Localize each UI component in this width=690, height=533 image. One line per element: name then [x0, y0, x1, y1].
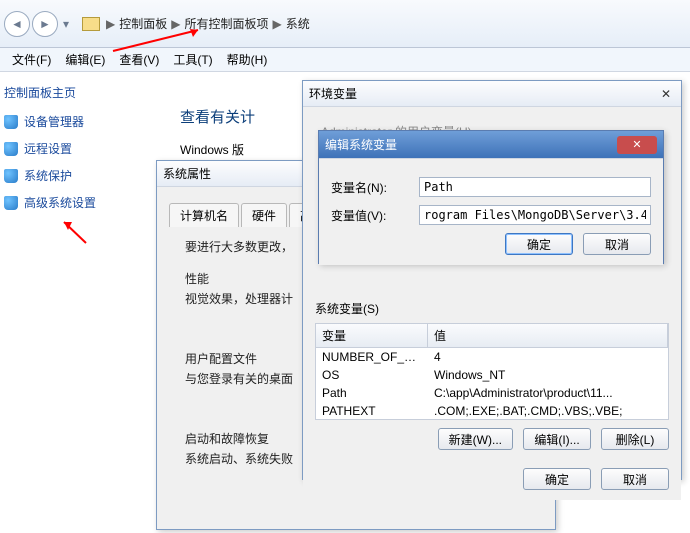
edit-system-var-dialog: 编辑系统变量 ✕ 变量名(N): 变量值(V): 确定 取消	[318, 130, 664, 264]
menu-file[interactable]: 文件(F)	[12, 51, 51, 68]
shield-icon	[4, 142, 18, 156]
table-row: OSWindows_NT	[316, 366, 668, 384]
windows-edition-label: Windows 版	[180, 141, 255, 158]
close-icon[interactable]: ✕	[617, 136, 657, 154]
menu-help[interactable]: 帮助(H)	[227, 51, 268, 68]
delete-var-button[interactable]: 删除(L)	[601, 428, 669, 450]
breadcrumb-a[interactable]: 控制面板	[119, 15, 167, 32]
shield-icon	[4, 115, 18, 129]
col-variable[interactable]: 变量	[316, 324, 428, 347]
new-var-button[interactable]: 新建(W)...	[438, 428, 513, 450]
breadcrumb[interactable]: ▶ 控制面板 ▶ 所有控制面板项 ▶ 系统	[104, 15, 310, 32]
advanced-system-link[interactable]: 高级系统设置	[24, 194, 96, 211]
menu-edit[interactable]: 编辑(E)	[65, 51, 105, 68]
edit-var-button[interactable]: 编辑(I)...	[523, 428, 591, 450]
menu-view[interactable]: 查看(V)	[119, 51, 159, 68]
var-value-input[interactable]	[419, 205, 651, 225]
col-value[interactable]: 值	[428, 324, 668, 347]
breadcrumb-c[interactable]: 系统	[286, 15, 310, 32]
editwin-ok-button[interactable]: 确定	[505, 233, 573, 255]
system-vars-heading: 系统变量(S)	[315, 300, 669, 317]
editwin-cancel-button[interactable]: 取消	[583, 233, 651, 255]
menu-tools[interactable]: 工具(T)	[173, 51, 212, 68]
nav-history-dropdown[interactable]: ▾	[60, 11, 72, 37]
remote-settings-link[interactable]: 远程设置	[24, 140, 72, 157]
tab-hardware[interactable]: 硬件	[241, 203, 287, 227]
var-name-label: 变量名(N):	[331, 179, 409, 196]
table-row: NUMBER_OF_PR...4	[316, 348, 668, 366]
cp-home-link[interactable]: 控制面板主页	[4, 84, 144, 101]
folder-icon	[82, 17, 100, 31]
nav-back-button[interactable]: ◄	[4, 11, 30, 37]
device-manager-link[interactable]: 设备管理器	[24, 113, 84, 130]
table-row: PathC:\app\Administrator\product\11...	[316, 384, 668, 402]
var-name-input[interactable]	[419, 177, 651, 197]
tab-computer-name[interactable]: 计算机名	[169, 203, 239, 227]
page-title: 查看有关计	[180, 106, 255, 127]
system-protection-link[interactable]: 系统保护	[24, 167, 72, 184]
table-row: PATHEXT.COM;.EXE;.BAT;.CMD;.VBS;.VBE;	[316, 402, 668, 420]
close-icon[interactable]: ✕	[657, 85, 675, 103]
var-value-label: 变量值(V):	[331, 207, 409, 224]
shield-icon	[4, 196, 18, 210]
editwin-title: 编辑系统变量	[325, 136, 397, 153]
sysprops-title: 系统属性	[163, 165, 211, 182]
system-vars-list[interactable]: NUMBER_OF_PR...4 OSWindows_NT PathC:\app…	[315, 348, 669, 420]
envwin-ok-button[interactable]: 确定	[523, 468, 591, 490]
envwin-cancel-button[interactable]: 取消	[601, 468, 669, 490]
nav-fwd-button[interactable]: ►	[32, 11, 58, 37]
annotation-arrow	[56, 218, 96, 248]
shield-icon	[4, 169, 18, 183]
envwin-title: 环境变量	[309, 85, 357, 102]
breadcrumb-b[interactable]: 所有控制面板项	[184, 15, 268, 32]
breadcrumb-sep: ▶	[106, 17, 115, 31]
